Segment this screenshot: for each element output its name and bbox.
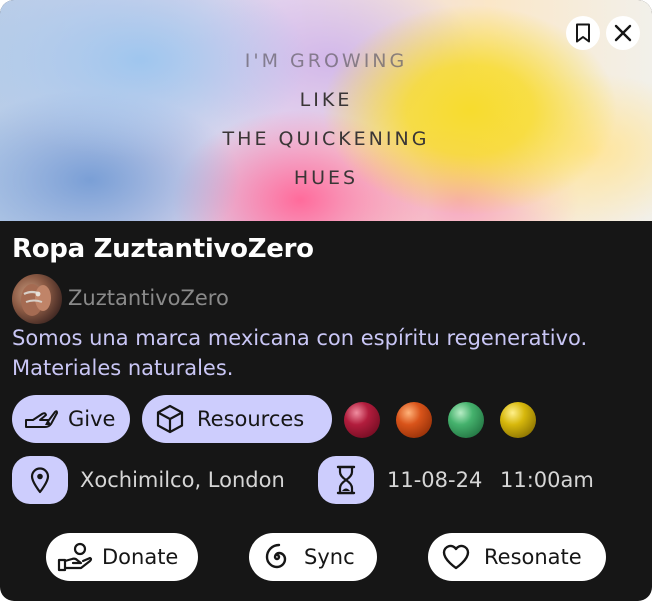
- color-dot[interactable]: [344, 402, 380, 438]
- post-title: Ropa ZuztantivoZero: [12, 234, 314, 264]
- resources-tag[interactable]: Resources: [142, 395, 332, 443]
- resources-tag-label: Resources: [197, 407, 305, 431]
- hero-text-line: HUES: [293, 167, 359, 189]
- give-tag[interactable]: Give: [12, 395, 130, 443]
- close-button[interactable]: [606, 16, 640, 50]
- color-dot[interactable]: [500, 402, 536, 438]
- post-description: Somos una marca mexicana con espíritu re…: [12, 326, 588, 380]
- donate-button[interactable]: Donate: [46, 533, 198, 581]
- box-icon: [156, 404, 184, 434]
- bookmark-button[interactable]: [566, 16, 600, 50]
- sync-button-label: Sync: [304, 545, 355, 569]
- hero-text-line: I'M GROWING: [244, 50, 408, 72]
- location-pin-icon: [30, 467, 50, 494]
- author-name[interactable]: ZuztantivoZero: [68, 286, 229, 310]
- sync-button[interactable]: Sync: [249, 533, 377, 581]
- resonate-button-label: Resonate: [484, 545, 582, 569]
- hero-image: I'M GROWING LIKE THE QUICKENING HUES: [0, 0, 652, 221]
- location-badge: [12, 456, 68, 504]
- bookmark-icon: [576, 23, 590, 43]
- color-dot[interactable]: [448, 402, 484, 438]
- color-dot[interactable]: [396, 402, 432, 438]
- close-icon: [614, 24, 632, 42]
- avatar-image: [21, 284, 51, 316]
- heart-icon: [442, 544, 470, 570]
- hero-text-line: THE QUICKENING: [222, 128, 430, 150]
- hero-text-line: LIKE: [299, 89, 353, 111]
- hourglass-icon: [336, 465, 356, 495]
- spiral-icon: [265, 543, 287, 569]
- resonate-button[interactable]: Resonate: [428, 533, 606, 581]
- date-text: 11-08-24: [387, 468, 483, 492]
- location-text: Xochimilco, London: [80, 468, 285, 492]
- donate-button-label: Donate: [102, 545, 179, 569]
- hand-give-icon: [25, 410, 58, 428]
- avatar[interactable]: [12, 274, 62, 324]
- give-tag-label: Give: [68, 407, 116, 431]
- time-badge: [318, 456, 374, 504]
- post-card: I'M GROWING LIKE THE QUICKENING HUES Rop…: [0, 0, 652, 601]
- time-text: 11:00am: [500, 468, 594, 492]
- donate-hand-icon: [57, 542, 93, 572]
